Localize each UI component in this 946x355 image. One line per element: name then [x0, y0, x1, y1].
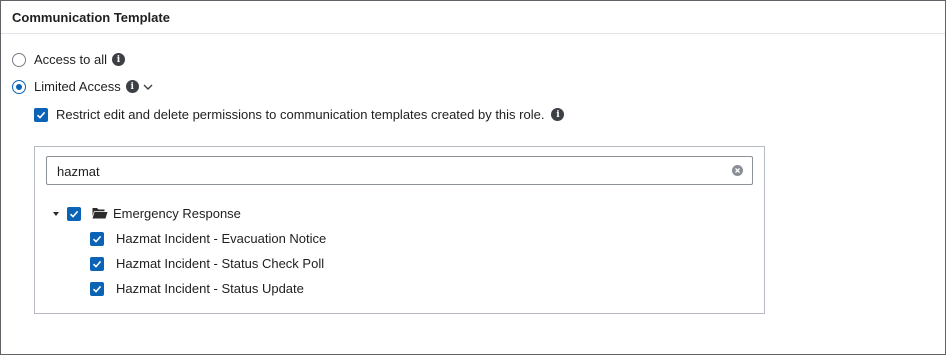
restrict-permissions-label: Restrict edit and delete permissions to …	[56, 107, 545, 122]
info-icon[interactable]: i	[551, 108, 565, 121]
checkbox-checked-icon	[36, 111, 46, 119]
restrict-permissions-option[interactable]: Restrict edit and delete permissions to …	[34, 107, 565, 122]
search-input[interactable]: hazmat	[46, 156, 753, 185]
access-all-radio[interactable]	[12, 52, 26, 67]
checkbox-checked-icon	[92, 285, 102, 293]
limited-access-radio[interactable]	[12, 79, 26, 94]
info-icon[interactable]: i	[125, 80, 139, 93]
item-checkbox[interactable]	[90, 231, 104, 246]
search-value[interactable]: hazmat	[57, 164, 100, 179]
limited-access-option[interactable]: Limited Access i	[12, 79, 154, 94]
tree-item-row[interactable]: Hazmat Incident - Status Check Poll	[90, 256, 324, 271]
limited-access-label: Limited Access	[34, 79, 121, 94]
checkbox-checked-icon	[69, 210, 79, 218]
tree-item-row[interactable]: Hazmat Incident - Status Update	[90, 281, 304, 296]
item-label: Hazmat Incident - Status Update	[116, 281, 304, 296]
info-icon[interactable]: i	[111, 53, 125, 66]
item-label: Hazmat Incident - Status Check Poll	[116, 256, 325, 271]
item-checkbox[interactable]	[90, 256, 104, 271]
template-tree-panel: hazmat Emergency Response Hazmat Inciden…	[34, 146, 765, 314]
close-icon	[735, 168, 740, 173]
clear-icon[interactable]	[732, 165, 743, 176]
restrict-permissions-checkbox[interactable]	[34, 107, 48, 122]
access-all-label: Access to all	[34, 52, 107, 67]
checkbox-checked-icon	[92, 260, 102, 268]
folder-open-icon	[92, 208, 108, 219]
item-label: Hazmat Incident - Evacuation Notice	[116, 231, 327, 246]
folder-checkbox[interactable]	[67, 206, 81, 221]
caret-down-icon[interactable]	[53, 211, 59, 216]
communication-template-card: Communication Template Access to all i L…	[0, 0, 946, 355]
chevron-down-icon[interactable]	[142, 81, 154, 93]
item-checkbox[interactable]	[90, 281, 104, 296]
section-title: Communication Template	[12, 10, 170, 25]
folder-label: Emergency Response	[113, 206, 241, 221]
section-header: Communication Template	[1, 1, 945, 34]
tree-folder-row[interactable]: Emergency Response	[53, 206, 241, 221]
checkbox-checked-icon	[92, 235, 102, 243]
access-all-option[interactable]: Access to all i	[12, 52, 125, 67]
tree-item-row[interactable]: Hazmat Incident - Evacuation Notice	[90, 231, 326, 246]
